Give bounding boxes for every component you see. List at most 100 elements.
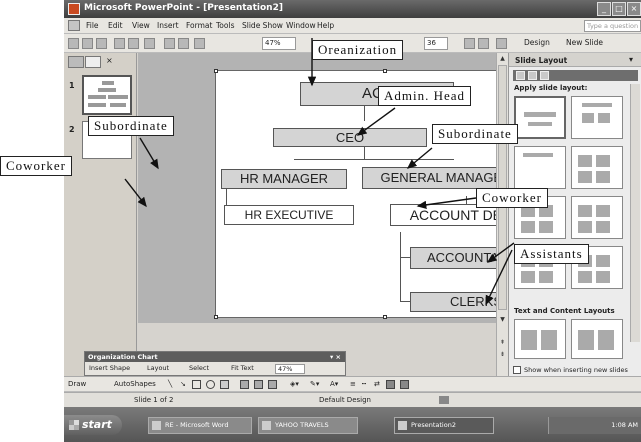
zoom-select[interactable]: 47% <box>262 37 296 50</box>
line-style-icon[interactable]: ≡ <box>350 380 356 388</box>
slide-thumbnail-1[interactable] <box>82 75 132 115</box>
design-button[interactable]: Design <box>524 38 550 47</box>
org-toolbar-title: Organization Chart ▾ × <box>85 352 345 362</box>
select-button[interactable]: Select <box>189 364 209 372</box>
powerpoint-app-icon[interactable] <box>68 3 80 15</box>
org-zoom-select[interactable]: 47% <box>275 364 305 374</box>
selection-handle[interactable] <box>214 315 218 319</box>
new-icon[interactable] <box>68 38 79 49</box>
outline-tab[interactable] <box>68 56 84 68</box>
menu-insert[interactable]: Insert <box>157 21 179 30</box>
drawing-toolbar: Draw AutoShapes ╲ ↘ ◈▾ ✎▾ A▾ ≡ ┅ ⇄ <box>64 376 641 392</box>
document-icon[interactable] <box>68 20 80 31</box>
table-icon[interactable] <box>178 38 189 49</box>
line-color-icon[interactable]: ✎▾ <box>310 380 319 388</box>
open-icon[interactable] <box>82 38 93 49</box>
layout-content[interactable] <box>514 146 566 189</box>
grid-icon[interactable] <box>194 38 205 49</box>
browser-icon <box>262 421 271 430</box>
start-button[interactable]: start <box>64 415 122 435</box>
insert-shape-button[interactable]: Insert Shape <box>89 364 130 372</box>
menu-format[interactable]: Format <box>186 21 212 30</box>
menu-tools[interactable]: Tools <box>216 21 234 30</box>
taskbar-word[interactable]: RE - Microsoft Word <box>148 417 252 434</box>
forward-icon[interactable] <box>528 71 537 80</box>
title-bar: Microsoft PowerPoint - [Presentation2] _… <box>64 0 641 18</box>
menu-window[interactable]: Window <box>286 21 316 30</box>
task-pane-header: Slide Layout ▾ <box>509 53 641 67</box>
menu-slide-show[interactable]: Slide Show <box>242 21 283 30</box>
slides-tab[interactable] <box>85 56 101 68</box>
layout-text-two-content[interactable] <box>571 319 623 359</box>
3d-icon[interactable] <box>400 380 409 389</box>
print-icon[interactable] <box>114 38 125 49</box>
new-slide-button[interactable]: New Slide <box>566 38 603 47</box>
home-icon[interactable] <box>540 71 549 80</box>
numbering-icon[interactable] <box>464 38 475 49</box>
font-color-icon[interactable]: A▾ <box>330 380 338 388</box>
maximize-icon[interactable]: □ <box>612 2 626 16</box>
selection-handle[interactable] <box>383 69 387 73</box>
rectangle-icon[interactable] <box>192 380 201 389</box>
chart-icon[interactable] <box>164 38 175 49</box>
menu-edit[interactable]: Edit <box>108 21 123 30</box>
taskbar-yahoo[interactable]: YAHOO TRAVELS <box>258 417 358 434</box>
org-node-ceo[interactable]: CEO <box>273 128 427 147</box>
scroll-down-icon[interactable]: ▼ <box>498 315 507 324</box>
close-icon[interactable]: × <box>627 2 641 16</box>
status-bar: Slide 1 of 2 Default Design <box>64 392 641 407</box>
arrow-icon[interactable]: ↘ <box>180 380 186 388</box>
menu-view[interactable]: View <box>132 21 150 30</box>
task-pane-close-icon[interactable]: ▾ <box>629 55 633 64</box>
windows-taskbar: start RE - Microsoft Word YAHOO TRAVELS … <box>64 407 641 442</box>
menu-file[interactable]: File <box>86 21 99 30</box>
indent-icon[interactable] <box>496 38 507 49</box>
system-tray: 1:08 AM <box>548 417 641 434</box>
undo-icon[interactable] <box>144 38 155 49</box>
autoshapes-button[interactable]: AutoShapes <box>114 380 156 388</box>
layout-title-slide[interactable] <box>514 96 566 139</box>
slide-vertical-scrollbar[interactable]: ▲ ▼ ⇞ ⇟ <box>496 53 508 376</box>
layout-title-content[interactable] <box>571 96 623 139</box>
shadow-icon[interactable] <box>386 380 395 389</box>
fill-color-icon[interactable]: ◈▾ <box>290 380 299 388</box>
connector-act-ceo <box>364 105 365 121</box>
diagram-icon[interactable] <box>240 380 249 389</box>
arrow-style-icon[interactable]: ⇄ <box>374 380 380 388</box>
spelling-icon <box>439 396 449 404</box>
save-icon[interactable] <box>96 38 107 49</box>
back-icon[interactable] <box>516 71 525 80</box>
dash-style-icon[interactable]: ┅ <box>362 380 366 388</box>
text-box-icon[interactable] <box>220 380 229 389</box>
line-icon[interactable]: ╲ <box>168 380 172 388</box>
task-pane-scrollbar[interactable] <box>630 84 640 342</box>
layout-button[interactable]: Layout <box>147 364 169 372</box>
text-content-layouts-label: Text and Content Layouts <box>514 307 615 315</box>
show-new-slides-checkbox[interactable] <box>513 366 521 374</box>
bullets-icon[interactable] <box>478 38 489 49</box>
oval-icon[interactable] <box>206 380 215 389</box>
help-search-input[interactable]: Type a question for help <box>584 20 641 32</box>
next-slide-icon[interactable]: ⇟ <box>498 350 507 359</box>
selection-handle[interactable] <box>383 315 387 319</box>
selection-handle[interactable] <box>214 69 218 73</box>
layout-text-content[interactable] <box>514 319 566 359</box>
fit-text-button[interactable]: Fit Text <box>231 364 254 372</box>
org-node-hr-manager[interactable]: HR MANAGER <box>221 169 347 189</box>
apply-layout-label: Apply slide layout: <box>514 84 588 92</box>
minimize-icon[interactable]: _ <box>597 2 611 16</box>
picture-icon[interactable] <box>268 380 277 389</box>
org-node-hr-executive[interactable]: HR EXECUTIVE <box>224 205 354 225</box>
layout-content-grid[interactable] <box>571 196 623 239</box>
close-pane-icon[interactable]: × <box>106 56 113 65</box>
taskbar-powerpoint[interactable]: Presentation2 <box>394 417 494 434</box>
previous-slide-icon[interactable]: ⇞ <box>498 338 507 347</box>
clip-art-icon[interactable] <box>254 380 263 389</box>
draw-menu-button[interactable]: Draw <box>68 380 86 388</box>
org-toolbar-close-icon[interactable]: ▾ × <box>330 352 341 362</box>
scroll-up-icon[interactable]: ▲ <box>498 54 507 63</box>
copy-icon[interactable] <box>128 38 139 49</box>
menu-help[interactable]: Help <box>317 21 334 30</box>
font-size-select[interactable]: 36 <box>424 37 448 50</box>
layout-two-content[interactable] <box>571 146 623 189</box>
